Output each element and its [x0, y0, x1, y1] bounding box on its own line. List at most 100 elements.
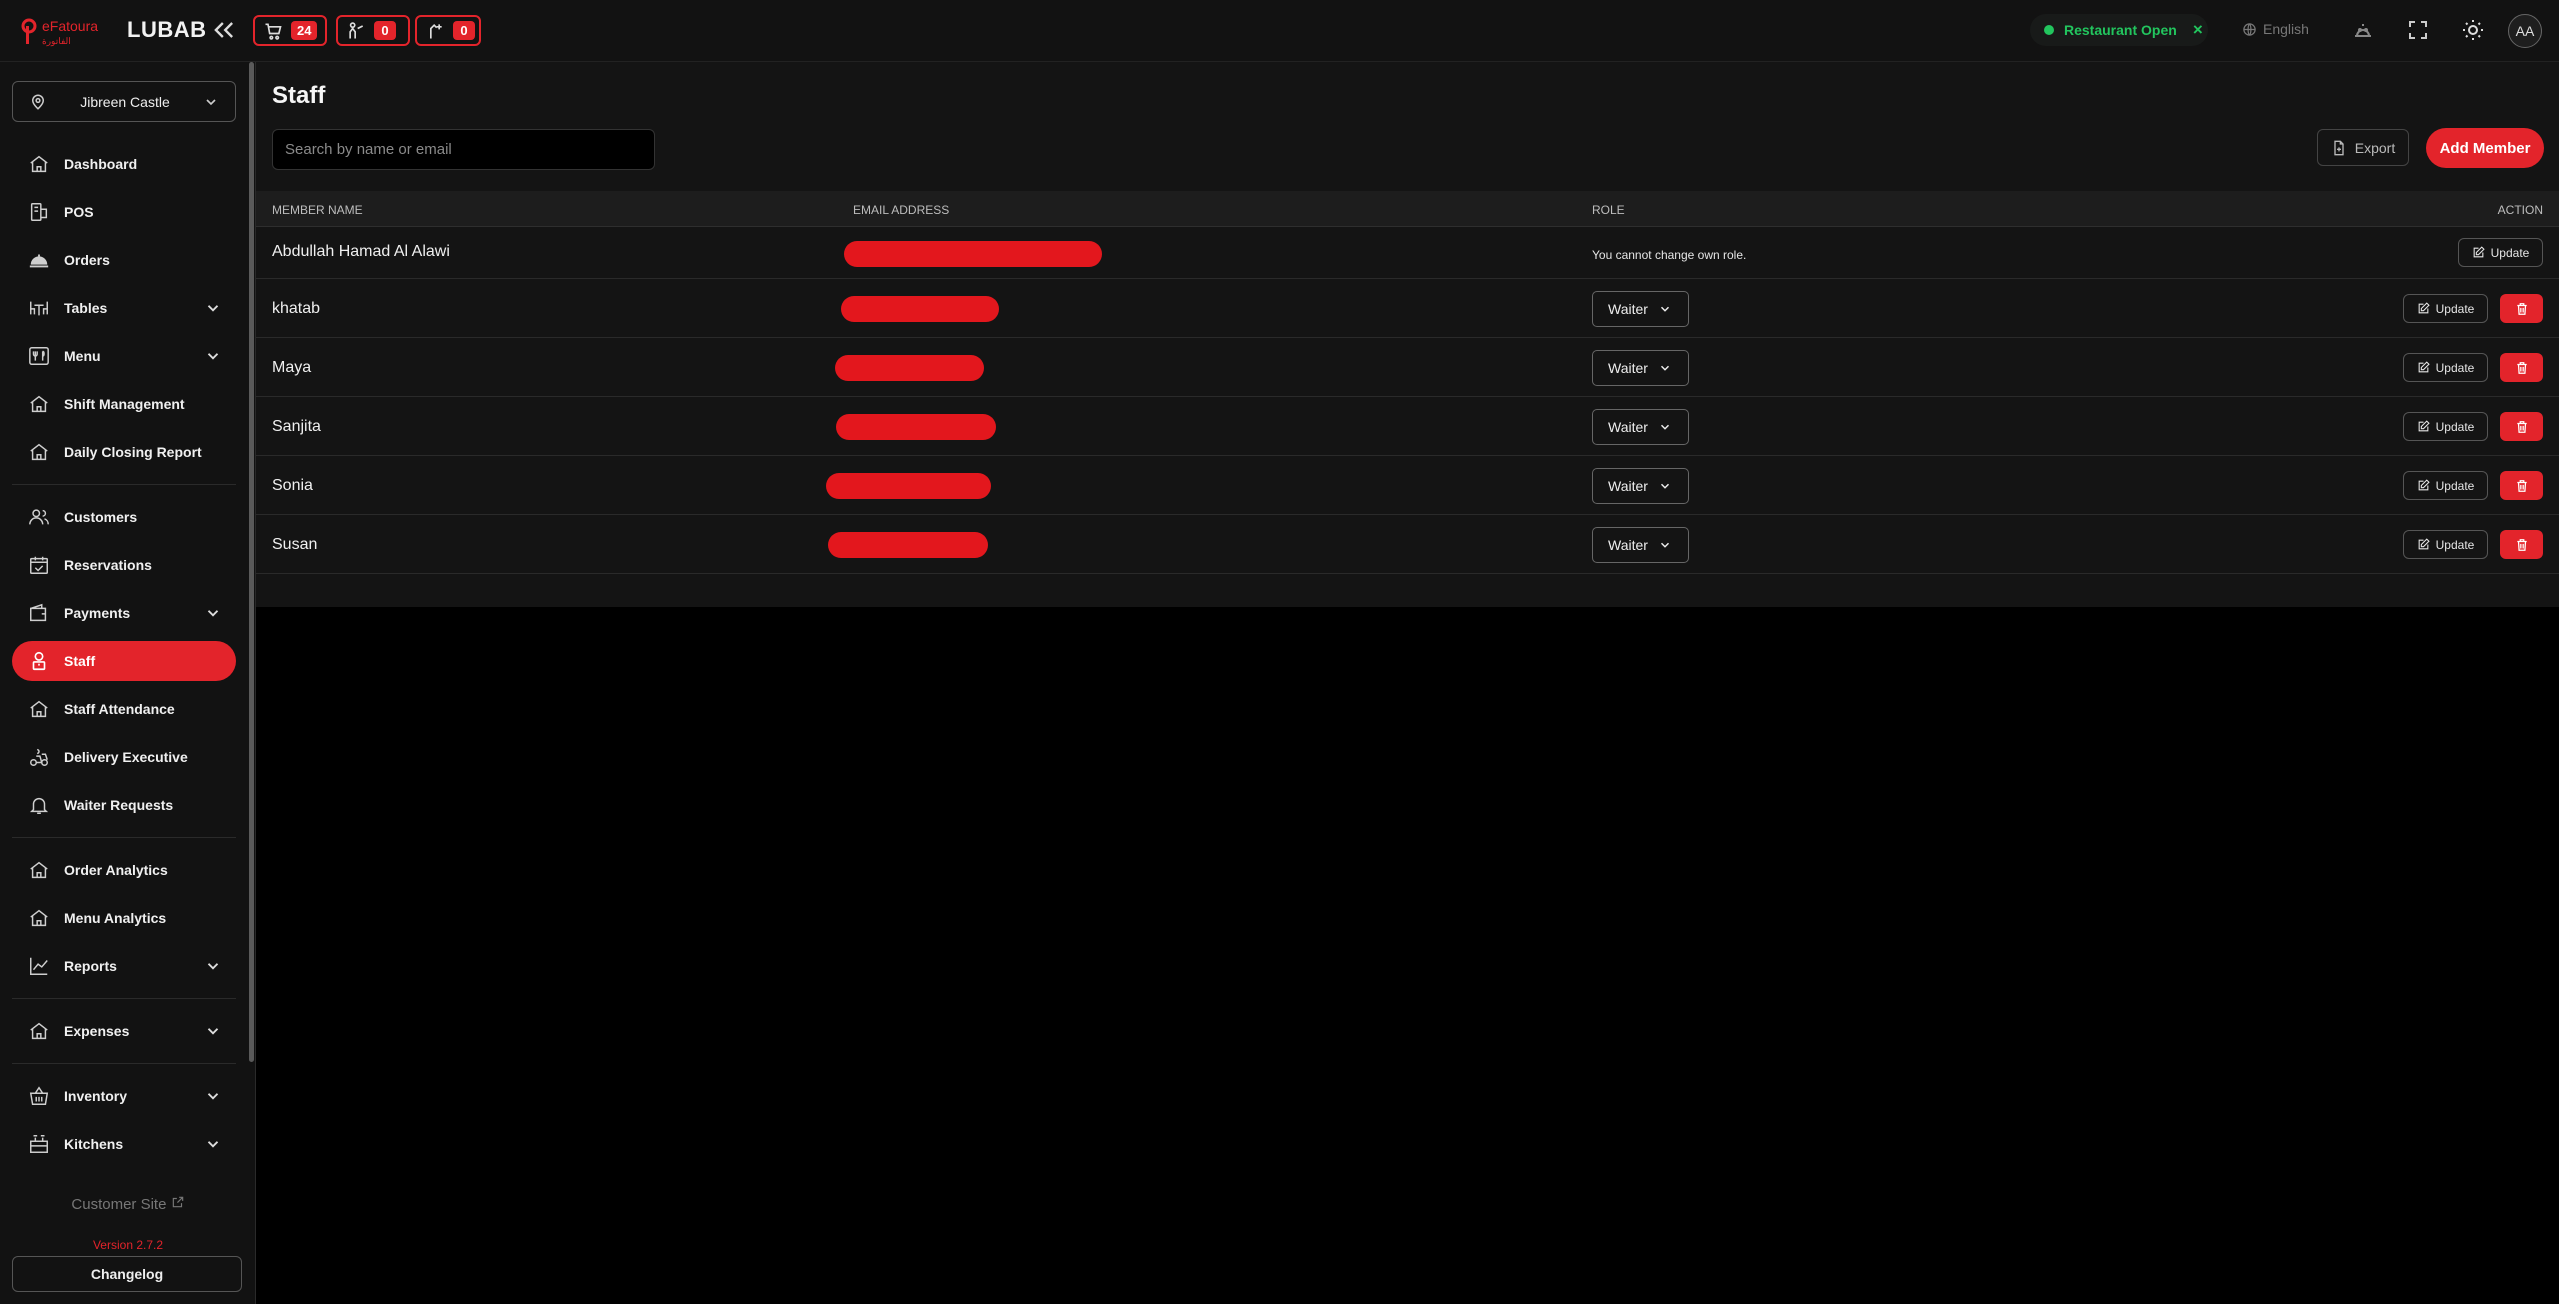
sidebar-item-label: Reports	[64, 958, 117, 974]
sidebar-item-reservations[interactable]: Reservations	[12, 545, 236, 585]
role-select[interactable]: Waiter	[1592, 527, 1689, 563]
role-select[interactable]: Waiter	[1592, 291, 1689, 327]
trash-icon	[2516, 302, 2527, 315]
role-select[interactable]: Waiter	[1592, 350, 1689, 386]
brand-name: LUBAB	[127, 17, 207, 42]
sidebar-divider	[12, 998, 236, 999]
waiter-calls-counter-button[interactable]: 0	[336, 15, 410, 46]
waiter-call-icon	[349, 21, 364, 38]
sidebar-item-delivery-executive[interactable]: Delivery Executive	[12, 737, 236, 777]
update-button[interactable]: Update	[2403, 353, 2488, 382]
orders-counter-button[interactable]: 24	[253, 15, 327, 46]
bill-requests-badge: 0	[453, 21, 475, 40]
role-select[interactable]: Waiter	[1592, 468, 1689, 504]
language-label: English	[2263, 21, 2309, 37]
scooter-icon	[30, 748, 48, 766]
sidebar-item-waiter-requests[interactable]: Waiter Requests	[12, 785, 236, 825]
branch-selector[interactable]: Jibreen Castle	[12, 81, 236, 122]
chevron-down-icon	[1660, 365, 1669, 371]
cutlery-icon	[29, 347, 49, 365]
sidebar-item-kitchens[interactable]: Kitchens	[12, 1124, 236, 1164]
table-row: khatab Waiter Update	[256, 279, 2559, 338]
search-input[interactable]	[272, 129, 655, 170]
collapse-sidebar-icon[interactable]	[210, 16, 238, 44]
update-label: Update	[2435, 478, 2475, 493]
delete-button[interactable]	[2500, 530, 2543, 559]
sidebar-item-staff[interactable]: Staff	[12, 641, 236, 681]
sun-icon[interactable]	[2461, 18, 2485, 42]
sidebar-item-shift-management[interactable]: Shift Management	[12, 384, 236, 424]
svg-text:eFatoura: eFatoura	[42, 18, 98, 34]
sidebar-item-reports[interactable]: Reports	[12, 946, 236, 986]
sidebar-item-menu[interactable]: Menu	[12, 336, 236, 376]
bill-requests-counter-button[interactable]: 0	[415, 15, 481, 46]
chevron-down-icon	[1660, 483, 1669, 489]
sidebar-item-order-analytics[interactable]: Order Analytics	[12, 850, 236, 890]
sidebar-item-label: Staff	[64, 653, 96, 669]
fullscreen-icon[interactable]	[2406, 18, 2430, 42]
sidebar-item-label: Waiter Requests	[64, 797, 174, 813]
home-icon	[30, 909, 48, 927]
sidebar-item-daily-closing-report[interactable]: Daily Closing Report	[12, 432, 236, 472]
redacted-email	[826, 473, 991, 499]
sidebar-item-dashboard[interactable]: Dashboard	[12, 144, 236, 184]
changelog-button[interactable]: Changelog	[12, 1256, 242, 1292]
add-member-button[interactable]: Add Member	[2426, 128, 2544, 168]
home-icon	[30, 395, 48, 413]
map-pin-icon	[31, 94, 45, 110]
sidebar-item-label: Shift Management	[64, 396, 185, 412]
restaurant-status-toggle[interactable]: Restaurant Open ×	[2030, 14, 2208, 46]
external-link-icon	[172, 1196, 183, 1208]
role-value: Waiter	[1608, 478, 1648, 494]
language-selector[interactable]: English	[2242, 21, 2309, 37]
sidebar-item-payments[interactable]: Payments	[12, 593, 236, 633]
role-select[interactable]: Waiter	[1592, 409, 1689, 445]
sidebar-item-staff-attendance[interactable]: Staff Attendance	[12, 689, 236, 729]
user-avatar[interactable]: AA	[2508, 14, 2542, 48]
pos-icon	[30, 203, 48, 221]
customer-site-link[interactable]: Customer Site	[0, 1195, 256, 1213]
sidebar-item-pos[interactable]: POS	[12, 192, 236, 232]
trash-icon	[2516, 538, 2527, 551]
update-button[interactable]: Update	[2458, 238, 2543, 267]
sidebar-scrollbar[interactable]	[249, 62, 254, 1062]
table-row: Abdullah Hamad Al Alawi You cannot chang…	[256, 227, 2559, 279]
update-button[interactable]: Update	[2403, 412, 2488, 441]
delete-button[interactable]	[2500, 353, 2543, 382]
update-label: Update	[2435, 301, 2475, 316]
cart-icon	[265, 23, 282, 40]
status-dot-icon	[2044, 25, 2054, 35]
delete-button[interactable]	[2500, 294, 2543, 323]
customer-site-label: Customer Site	[71, 1196, 167, 1213]
export-button[interactable]: Export	[2317, 129, 2409, 166]
sidebar-item-menu-analytics[interactable]: Menu Analytics	[12, 898, 236, 938]
sidebar-item-tables[interactable]: Tables	[12, 288, 236, 328]
update-button[interactable]: Update	[2403, 530, 2488, 559]
chevron-down-icon	[207, 353, 219, 360]
waiter-icon[interactable]	[2351, 18, 2375, 42]
sidebar-item-customers[interactable]: Customers	[12, 497, 236, 537]
home-icon	[30, 861, 48, 879]
chevron-down-icon	[206, 98, 216, 105]
sidebar-item-label: Order Analytics	[64, 862, 168, 878]
update-label: Update	[2435, 537, 2475, 552]
sidebar-item-expenses[interactable]: Expenses	[12, 1011, 236, 1051]
redacted-email	[828, 532, 988, 558]
sidebar-item-label: Inventory	[64, 1088, 128, 1104]
update-button[interactable]: Update	[2403, 294, 2488, 323]
role-note: You cannot change own role.	[1592, 248, 1747, 262]
column-header-email: EMAIL ADDRESS	[853, 203, 950, 217]
role-value: Waiter	[1608, 301, 1648, 317]
file-export-icon	[2334, 140, 2344, 155]
home-icon	[30, 1022, 48, 1040]
version-label: Version 2.7.2	[92, 1238, 164, 1252]
sidebar-divider	[12, 837, 236, 838]
delete-button[interactable]	[2500, 412, 2543, 441]
close-status-icon[interactable]: ×	[2193, 20, 2203, 40]
edit-icon	[2418, 361, 2430, 373]
sidebar-divider	[12, 484, 236, 485]
delete-button[interactable]	[2500, 471, 2543, 500]
sidebar-item-orders[interactable]: Orders	[12, 240, 236, 280]
sidebar-item-inventory[interactable]: Inventory	[12, 1076, 236, 1116]
update-button[interactable]: Update	[2403, 471, 2488, 500]
